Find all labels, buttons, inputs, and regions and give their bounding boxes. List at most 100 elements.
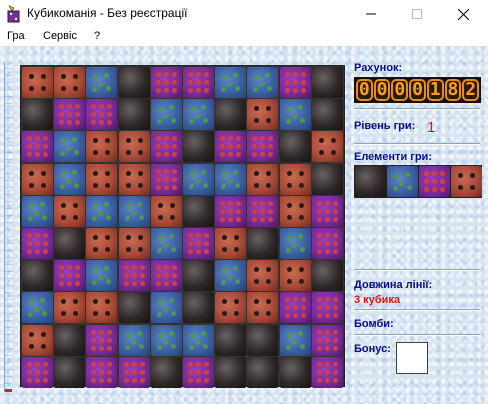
cube-purple[interactable] — [151, 131, 182, 162]
cube-black[interactable] — [215, 325, 246, 356]
cube-black[interactable] — [312, 260, 343, 291]
cube-brown[interactable] — [312, 131, 343, 162]
cube-brown[interactable] — [22, 325, 53, 356]
cube-purple[interactable] — [312, 196, 343, 227]
cube-black[interactable] — [119, 292, 150, 323]
maximize-button[interactable] — [394, 0, 440, 28]
cube-black[interactable] — [215, 357, 246, 388]
cube-blue[interactable] — [215, 164, 246, 195]
cube-brown[interactable] — [54, 67, 85, 98]
cube-brown[interactable] — [86, 164, 117, 195]
cube-blue[interactable] — [22, 292, 53, 323]
close-button[interactable] — [440, 0, 486, 28]
cube-purple[interactable] — [247, 131, 278, 162]
cube-black[interactable] — [54, 228, 85, 259]
cube-brown[interactable] — [247, 99, 278, 130]
cube-blue[interactable] — [22, 196, 53, 227]
cube-blue[interactable] — [183, 99, 214, 130]
cube-blue[interactable] — [119, 325, 150, 356]
cube-black[interactable] — [119, 67, 150, 98]
cube-blue[interactable] — [54, 131, 85, 162]
cube-blue[interactable] — [86, 196, 117, 227]
cube-black[interactable] — [22, 99, 53, 130]
cube-blue[interactable] — [280, 325, 311, 356]
cube-purple[interactable] — [22, 131, 53, 162]
cube-blue[interactable] — [54, 164, 85, 195]
cube-purple[interactable] — [86, 357, 117, 388]
cube-blue[interactable] — [119, 196, 150, 227]
cube-purple[interactable] — [54, 260, 85, 291]
cube-purple[interactable] — [215, 131, 246, 162]
cube-black[interactable] — [247, 357, 278, 388]
cube-black[interactable] — [183, 292, 214, 323]
cube-blue[interactable] — [280, 228, 311, 259]
cube-blue[interactable] — [86, 260, 117, 291]
cube-brown[interactable] — [215, 228, 246, 259]
cube-black[interactable] — [280, 131, 311, 162]
cube-blue[interactable] — [151, 292, 182, 323]
cube-black[interactable] — [312, 99, 343, 130]
cube-purple[interactable] — [86, 99, 117, 130]
cube-black[interactable] — [247, 325, 278, 356]
cube-black[interactable] — [22, 260, 53, 291]
cube-blue[interactable] — [215, 260, 246, 291]
cube-purple[interactable] — [247, 196, 278, 227]
cube-black[interactable] — [119, 99, 150, 130]
cube-purple[interactable] — [280, 67, 311, 98]
cube-black[interactable] — [54, 325, 85, 356]
cube-blue[interactable] — [183, 325, 214, 356]
cube-purple[interactable] — [22, 228, 53, 259]
cube-purple[interactable] — [215, 196, 246, 227]
cube-purple[interactable] — [183, 228, 214, 259]
cube-black[interactable] — [54, 357, 85, 388]
cube-blue[interactable] — [183, 164, 214, 195]
cube-brown[interactable] — [280, 164, 311, 195]
cube-black[interactable] — [247, 228, 278, 259]
cube-purple[interactable] — [280, 292, 311, 323]
cube-purple[interactable] — [312, 228, 343, 259]
cube-purple[interactable] — [312, 357, 343, 388]
cube-black[interactable] — [151, 357, 182, 388]
cube-brown[interactable] — [247, 292, 278, 323]
cube-brown[interactable] — [280, 196, 311, 227]
cube-purple[interactable] — [312, 292, 343, 323]
cube-brown[interactable] — [215, 292, 246, 323]
cube-black[interactable] — [215, 99, 246, 130]
cube-purple[interactable] — [86, 325, 117, 356]
cube-black[interactable] — [183, 260, 214, 291]
cube-brown[interactable] — [247, 164, 278, 195]
cube-brown[interactable] — [119, 228, 150, 259]
cube-brown[interactable] — [247, 260, 278, 291]
cube-black[interactable] — [312, 67, 343, 98]
cube-brown[interactable] — [119, 131, 150, 162]
cube-brown[interactable] — [22, 164, 53, 195]
menu-game[interactable]: Гра — [7, 30, 25, 42]
cube-black[interactable] — [183, 131, 214, 162]
cube-purple[interactable] — [119, 260, 150, 291]
cube-purple[interactable] — [312, 325, 343, 356]
cube-purple[interactable] — [151, 67, 182, 98]
cube-blue[interactable] — [247, 67, 278, 98]
cube-purple[interactable] — [54, 99, 85, 130]
cube-purple[interactable] — [151, 260, 182, 291]
cube-brown[interactable] — [119, 164, 150, 195]
cube-brown[interactable] — [151, 196, 182, 227]
cube-brown[interactable] — [86, 228, 117, 259]
cube-blue[interactable] — [151, 228, 182, 259]
cube-brown[interactable] — [22, 67, 53, 98]
minimize-button[interactable] — [348, 0, 394, 28]
cube-blue[interactable] — [86, 67, 117, 98]
cube-brown[interactable] — [280, 260, 311, 291]
cube-black[interactable] — [312, 164, 343, 195]
cube-blue[interactable] — [215, 67, 246, 98]
cube-purple[interactable] — [183, 67, 214, 98]
cube-black[interactable] — [280, 357, 311, 388]
cube-purple[interactable] — [119, 357, 150, 388]
game-board[interactable] — [20, 65, 345, 388]
cube-brown[interactable] — [54, 292, 85, 323]
menu-service[interactable]: Сервіс — [43, 30, 77, 42]
cube-purple[interactable] — [183, 357, 214, 388]
cube-brown[interactable] — [54, 196, 85, 227]
cube-blue[interactable] — [151, 99, 182, 130]
cube-purple[interactable] — [22, 357, 53, 388]
